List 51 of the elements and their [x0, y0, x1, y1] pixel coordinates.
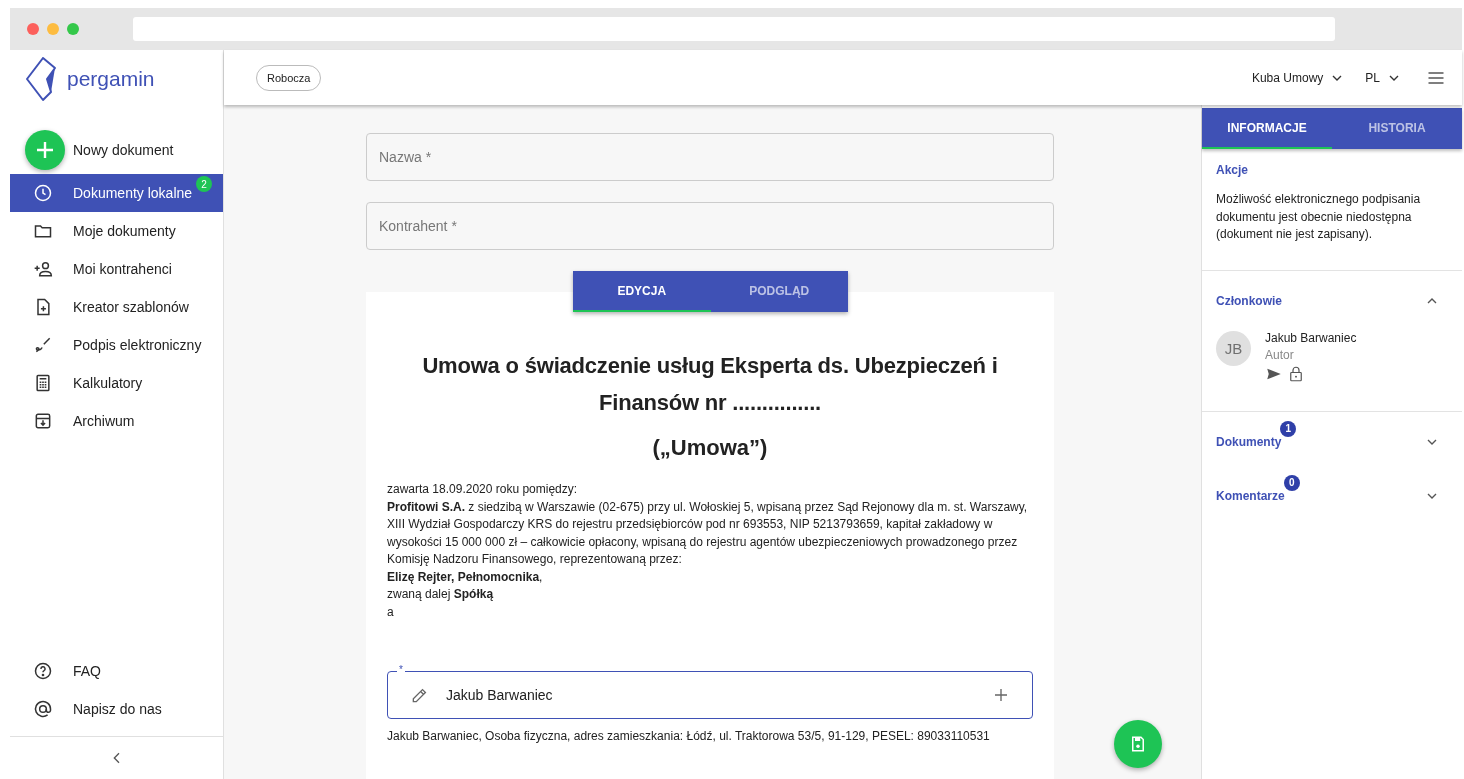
new-document-label[interactable]: Nowy dokument — [73, 142, 174, 158]
plus-icon[interactable] — [992, 686, 1010, 704]
member-role: Autor — [1265, 347, 1295, 362]
count-badge: 1 — [1280, 420, 1297, 437]
document-paragraph: a — [387, 603, 395, 621]
contact-link[interactable]: Napisz do nas — [10, 690, 223, 728]
faq-link[interactable]: FAQ — [10, 652, 223, 690]
calculator-icon — [33, 373, 53, 393]
sidebar-item[interactable]: Moi kontrahenci — [10, 250, 223, 288]
section-title[interactable]: Komentarze — [1216, 488, 1285, 503]
sidebar-item[interactable]: Kalkulatory — [10, 364, 223, 402]
sidebar-item[interactable]: Podpis elektroniczny — [10, 326, 223, 364]
logo-text: pergamin — [67, 67, 155, 91]
section-title[interactable]: Dokumenty — [1216, 434, 1282, 449]
language-menu[interactable]: PL — [1365, 70, 1380, 85]
document-subtitle: („Umowa”) — [651, 435, 769, 461]
document-paragraph: Profitowi S.A. z siedzibą w Warszawie (02-675) przy ul. Wołoskiej 5, wpisaną przez Sąd Rejonowy dla m. st. Warszawy, XIII Wydział Gospodarczy KRS do rejestru przedsiębiorców pod nr 693553, NIP 5213793659, kapitał zakładowy w wysokości 15 000 000 zł – całkowicie opłacony, wpisaną do rejestru agentów ubezpieczeniowych prowadzonego przez Komisję Nadzoru Finansowego, reprezentowaną przez: — [387, 498, 1029, 568]
avatar: JB — [1216, 330, 1251, 366]
party-value: Jakub Barwaniec — [446, 687, 554, 703]
save-icon — [1129, 735, 1147, 753]
lock-icon[interactable] — [1287, 364, 1305, 383]
panel-tab[interactable]: INFORMACJE — [1202, 108, 1332, 149]
document-paragraph: Elizę Rejter, Pełnomocnika, — [387, 568, 544, 586]
sidebar-item[interactable]: Kreator szablonów — [10, 288, 223, 326]
document-paragraph: zawarta 18.09.2020 roku pomiędzy: — [387, 481, 579, 498]
count-badge: 2 — [196, 176, 212, 192]
at-sign-icon — [33, 699, 53, 719]
section-title: Akcje — [1216, 163, 1250, 177]
party-field[interactable]: Jakub Barwaniec — [387, 671, 1033, 719]
editor-tab[interactable]: PODGLĄD — [710, 271, 848, 312]
contractor-field[interactable]: Kontrahent * — [366, 202, 1054, 250]
clock-icon — [33, 183, 53, 203]
sidebar-item[interactable]: Archiwum — [10, 402, 223, 440]
sidebar-item[interactable]: Moje dokumenty — [10, 212, 223, 250]
sidebar-item[interactable]: Dokumenty lokalne 2 — [10, 174, 223, 212]
help-icon — [33, 661, 53, 681]
document-title: Umowa o świadczenie usług Eksperta ds. Ubezpieczeń i Finansów nr ............... — [421, 352, 999, 417]
archive-icon — [33, 411, 53, 431]
user-menu[interactable]: Kuba Umowy — [1251, 70, 1324, 85]
editor-tab[interactable]: EDYCJA — [573, 271, 711, 312]
name-field[interactable]: Nazwa * — [366, 133, 1054, 181]
section-title[interactable]: Członkowie — [1216, 293, 1282, 308]
add-person-icon — [33, 259, 53, 279]
count-badge: 0 — [1283, 474, 1300, 491]
actions-text: Możliwość elektronicznego podpisania dokumentu jest obecnie niedostępna (dokument nie jest zapisany). — [1216, 191, 1422, 243]
logo-icon — [25, 56, 59, 102]
panel-tab[interactable]: HISTORIA — [1332, 108, 1462, 149]
party-details: Jakub Barwaniec, Osoba fizyczna, adres zamieszkania: Łódź, ul. Traktorowa 53/5, 91-129, PESEL: 89033110531 — [387, 729, 991, 743]
document-paragraph: zwaną dalej Spółką — [387, 586, 495, 603]
signature-icon — [33, 335, 53, 355]
member-name: Jakub Barwaniec — [1265, 330, 1357, 345]
